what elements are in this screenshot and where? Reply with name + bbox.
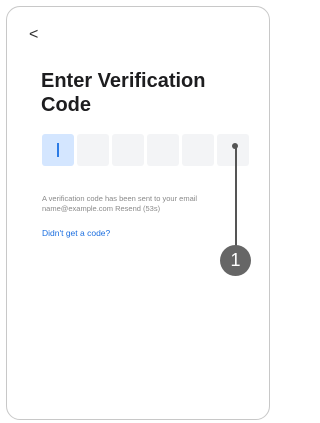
code-digit-box[interactable]	[112, 134, 144, 166]
verification-code-input[interactable]	[42, 134, 249, 166]
annotation-line	[235, 146, 237, 246]
phone-screen: < Enter Verification Code A verification…	[6, 6, 270, 420]
info-email: name@example.com	[42, 204, 113, 213]
info-message: A verification code has been sent to you…	[42, 194, 198, 203]
back-icon[interactable]: <	[29, 27, 43, 43]
annotation-badge: 1	[220, 245, 251, 276]
code-digit-box[interactable]	[182, 134, 214, 166]
verification-info: A verification code has been sent to you…	[42, 194, 262, 214]
code-digit-box[interactable]	[77, 134, 109, 166]
didnt-get-code-link[interactable]: Didn't get a code?	[42, 228, 110, 238]
code-digit-box[interactable]	[217, 134, 249, 166]
code-digit-box[interactable]	[147, 134, 179, 166]
page-title: Enter Verification Code	[41, 70, 206, 116]
code-digit-box[interactable]	[42, 134, 74, 166]
resend-countdown[interactable]: Resend (53s)	[115, 204, 160, 213]
